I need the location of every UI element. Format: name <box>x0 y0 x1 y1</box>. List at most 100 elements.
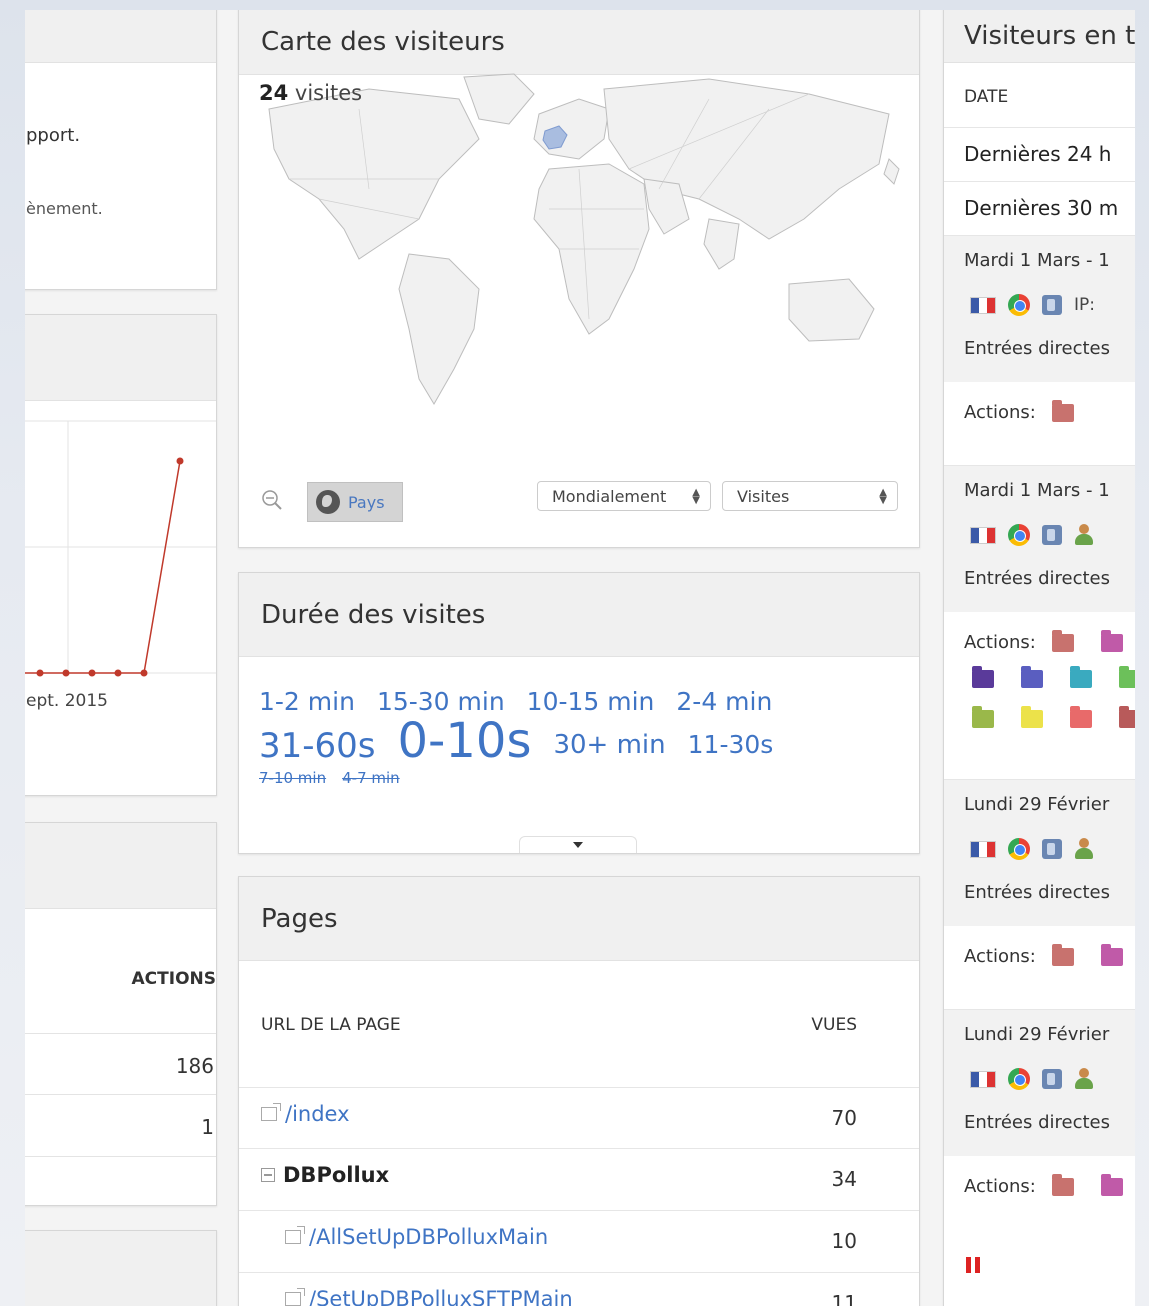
chart-point <box>36 669 44 677</box>
duration-tag[interactable]: 10-15 min <box>527 687 655 716</box>
pause-icon[interactable] <box>966 1257 980 1273</box>
left-widget-2-header <box>25 315 216 401</box>
table-row[interactable]: DBPollux 34 <box>239 1149 919 1211</box>
left-widget-chart: ept. 2015 <box>25 314 217 796</box>
select-arrows-icon: ▲ ▼ <box>692 487 700 506</box>
ip-label: IP: <box>1074 295 1095 315</box>
visitor-entry[interactable]: Lundi 29 Février Entrées directes Action… <box>944 779 1135 1010</box>
folder-icon[interactable] <box>1101 630 1123 652</box>
page-group: DBPollux <box>283 1163 390 1187</box>
left-text-event: ènement. <box>26 199 103 218</box>
table-row[interactable]: /SetUpDBPolluxSFTPMain 11 <box>239 1273 919 1306</box>
external-link-icon[interactable] <box>261 1103 281 1121</box>
os-icon <box>1042 525 1062 545</box>
left-widget-table: ACTIONS 186 1 <box>25 822 217 1206</box>
folder-icon[interactable] <box>972 666 994 688</box>
folder-icon[interactable] <box>1052 944 1074 966</box>
folder-icon[interactable] <box>1021 706 1043 728</box>
visit-date: Mardi 1 Mars - 1 <box>964 480 1110 501</box>
expand-widget-button[interactable] <box>519 836 637 853</box>
folder-icon[interactable] <box>1021 666 1043 688</box>
realtime-visitors-widget: Visiteurs en t DATE Dernières 24 h Derni… <box>943 10 1135 1306</box>
evolution-chart <box>25 420 216 677</box>
user-icon <box>1074 524 1094 546</box>
chart-point <box>176 457 184 465</box>
url-column-header[interactable]: URL DE LA PAGE <box>261 1015 401 1035</box>
external-link-icon[interactable] <box>285 1226 305 1244</box>
visits-count: 24 visites <box>259 81 363 105</box>
actions-value: 186 <box>175 1054 214 1078</box>
duration-tag[interactable]: 15-30 min <box>377 687 505 716</box>
globe-icon <box>316 490 340 514</box>
folder-icon[interactable] <box>1052 400 1074 422</box>
country-view-button[interactable]: Pays <box>307 482 403 522</box>
page-views: 34 <box>831 1167 857 1191</box>
folder-icon[interactable] <box>1070 706 1092 728</box>
visit-date: Lundi 29 Février <box>964 1024 1110 1045</box>
chart-point <box>62 669 70 677</box>
referrer-type: Entrées directes <box>964 882 1111 903</box>
zoom-out-icon[interactable] <box>261 489 283 511</box>
table-row[interactable]: 186 <box>25 1033 216 1095</box>
action-icons <box>1052 400 1135 422</box>
flag-france-icon <box>970 1070 996 1088</box>
scope-select[interactable]: Mondialement ▲ ▼ <box>537 481 711 511</box>
visitor-entry[interactable]: Mardi 1 Mars - 1 Entrées directes Action… <box>944 465 1135 780</box>
user-icon <box>1074 838 1094 860</box>
world-map[interactable] <box>249 69 909 419</box>
folder-icon[interactable] <box>972 706 994 728</box>
page-views: 70 <box>831 1106 857 1130</box>
visitor-entry[interactable]: Mardi 1 Mars - 1 IP: Entrées directes Ac… <box>944 235 1135 466</box>
actions-label: Actions: <box>964 402 1036 423</box>
visitor-map-widget: Carte des visiteurs 24 visites Pays Mond… <box>238 10 920 548</box>
collapse-icon[interactable] <box>261 1168 275 1182</box>
duration-tag[interactable]: 30+ min <box>553 730 665 760</box>
duration-cloud-row-3: 7-10 min 4-7 min <box>259 769 416 787</box>
referrer-type: Entrées directes <box>964 338 1111 359</box>
duration-tag[interactable]: 11-30s <box>688 730 774 759</box>
flag-france-icon <box>970 840 996 858</box>
folder-icon[interactable] <box>1101 1174 1123 1196</box>
folder-icon[interactable] <box>1119 666 1135 688</box>
duration-tag[interactable]: 31-60s <box>259 726 376 766</box>
flag-france-icon <box>970 296 996 314</box>
folder-icon[interactable] <box>1070 666 1092 688</box>
left-widget-4 <box>25 1230 217 1306</box>
referrer-type: Entrées directes <box>964 1112 1111 1133</box>
folder-icon[interactable] <box>1119 706 1135 728</box>
external-link-icon[interactable] <box>285 1288 305 1306</box>
left-widget-4-header <box>25 1231 216 1306</box>
duration-tag[interactable]: 2-4 min <box>676 687 772 716</box>
duration-tag[interactable]: 7-10 min <box>259 769 326 787</box>
folder-icon[interactable] <box>1052 1174 1074 1196</box>
visitor-entry[interactable]: Lundi 29 Février Entrées directes Action… <box>944 1009 1135 1240</box>
visit-actions: Actions: <box>944 612 1135 780</box>
widget-title: Durée des visites <box>239 573 919 657</box>
select-arrows-icon: ▲ ▼ <box>879 487 887 506</box>
flag-france-icon <box>970 526 996 544</box>
table-row[interactable]: /index 70 <box>239 1087 919 1149</box>
country-button-label: Pays <box>348 492 385 512</box>
chrome-browser-icon <box>1008 294 1030 316</box>
visitor-summary: Lundi 29 Février Entrées directes <box>944 780 1135 926</box>
action-icons <box>1052 630 1135 652</box>
folder-icon[interactable] <box>1101 944 1123 966</box>
views-column-header[interactable]: VUES <box>811 1015 857 1035</box>
left-widget-1-header <box>25 10 216 63</box>
visitor-summary: Mardi 1 Mars - 1 IP: Entrées directes <box>944 236 1135 382</box>
table-row[interactable]: /AllSetUpDBPolluxMain 10 <box>239 1211 919 1273</box>
left-text-report: pport. <box>26 125 81 146</box>
chart-series-line <box>25 460 181 674</box>
chrome-browser-icon <box>1008 1068 1030 1090</box>
duration-tag[interactable]: 1-2 min <box>259 687 355 716</box>
widget-title: Visiteurs en t <box>944 10 1135 63</box>
table-row[interactable]: 1 <box>25 1095 216 1157</box>
referrer-type: Entrées directes <box>964 568 1111 589</box>
duration-tag[interactable]: 0-10s <box>398 713 532 769</box>
dashboard-frame: pport. ènement. ept. 2015 ACTIONS 186 1 … <box>25 10 1135 1306</box>
os-icon <box>1042 1069 1062 1089</box>
metric-select[interactable]: Visites ▲ ▼ <box>722 481 898 511</box>
folder-icon[interactable] <box>1052 630 1074 652</box>
duration-tag[interactable]: 4-7 min <box>342 769 400 787</box>
pages-widget: Pages URL DE LA PAGE VUES /index 70 DBPo… <box>238 876 920 1306</box>
